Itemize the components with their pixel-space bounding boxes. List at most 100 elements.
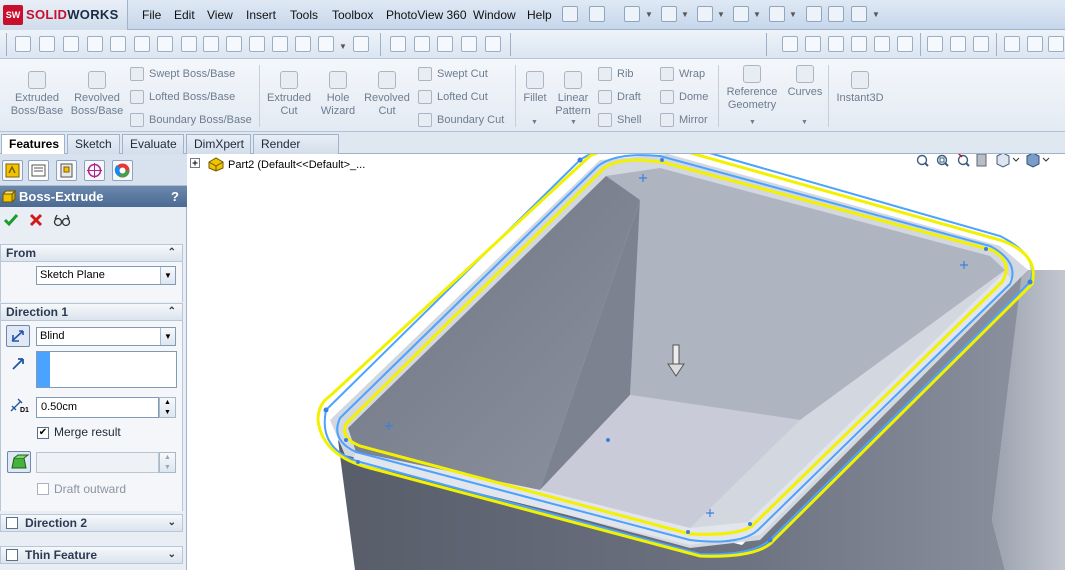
- options-icon[interactable]: [851, 6, 867, 22]
- tab-sketch[interactable]: Sketch: [67, 134, 120, 154]
- direction1-group-header[interactable]: Direction 1 ⌃: [0, 303, 183, 321]
- offset-surface-icon[interactable]: [805, 36, 821, 52]
- ok-check-icon[interactable]: [3, 212, 19, 228]
- surface-icon[interactable]: [782, 36, 798, 52]
- design-check-icon[interactable]: [485, 36, 501, 52]
- reference-geometry-dropdown-icon[interactable]: ▼: [749, 119, 756, 126]
- property-manager-tab-icon[interactable]: [28, 160, 49, 181]
- shell-button[interactable]: Shell: [598, 113, 641, 127]
- fillet-button[interactable]: Fillet: [518, 71, 552, 105]
- thin-feature-group-header[interactable]: Thin Feature ⌄: [0, 546, 183, 564]
- fill-surface-icon[interactable]: [851, 36, 867, 52]
- spell-check-icon[interactable]: [15, 36, 31, 52]
- tab-dimxpert[interactable]: DimXpert: [186, 134, 251, 154]
- collapse-chevron-icon[interactable]: ⌃: [168, 304, 176, 320]
- feature-manager-tab-icon[interactable]: [2, 160, 23, 181]
- chevron-down-icon[interactable]: ▼: [160, 328, 175, 345]
- lofted-cut-button[interactable]: Lofted Cut: [418, 90, 488, 104]
- dimxpert-manager-tab-icon[interactable]: [84, 160, 105, 181]
- boundary-cut-button[interactable]: Boundary Cut: [418, 113, 504, 127]
- extruded-cut-button[interactable]: Extruded Cut: [262, 71, 316, 118]
- menu-help[interactable]: Help: [527, 8, 552, 22]
- direction2-checkbox[interactable]: [6, 517, 18, 529]
- statistics-icon[interactable]: [134, 36, 150, 52]
- curves-dropdown-icon[interactable]: ▼: [801, 119, 808, 126]
- revolved-cut-button[interactable]: Revolved Cut: [360, 71, 414, 118]
- boundary-boss-base-button[interactable]: Boundary Boss/Base: [130, 113, 252, 127]
- ruled-surface-icon[interactable]: [828, 36, 844, 52]
- draft-analysis-icon[interactable]: [226, 36, 242, 52]
- save-dropdown-icon[interactable]: ▼: [681, 10, 689, 19]
- trim-surface-icon[interactable]: [897, 36, 913, 52]
- expand-chevron-icon[interactable]: ⌄: [168, 515, 176, 531]
- menu-view[interactable]: View: [207, 8, 233, 22]
- open-dropdown-icon[interactable]: ▼: [645, 10, 653, 19]
- revolved-boss-base-button[interactable]: Revolved Boss/Base: [68, 71, 126, 118]
- save-icon[interactable]: [661, 6, 677, 22]
- end-condition-select[interactable]: Blind ▼: [36, 327, 176, 346]
- structural-member-icon[interactable]: [1027, 36, 1043, 52]
- gusset-icon[interactable]: [1048, 36, 1064, 52]
- mass-properties-icon[interactable]: [63, 36, 79, 52]
- measure-icon[interactable]: [39, 36, 55, 52]
- menu-edit[interactable]: Edit: [174, 8, 195, 22]
- expand-chevron-icon[interactable]: ⌄: [168, 547, 176, 563]
- pin-icon[interactable]: [562, 6, 578, 22]
- menu-toolbox[interactable]: Toolbox: [332, 8, 373, 22]
- merge-result-checkbox[interactable]: ✔: [37, 427, 49, 439]
- select-dropdown-icon[interactable]: ▼: [789, 10, 797, 19]
- instant3d-button[interactable]: Instant3D: [832, 71, 888, 105]
- dome-button[interactable]: Dome: [660, 90, 708, 104]
- draft-outward-checkbox[interactable]: [37, 483, 49, 495]
- undo-dropdown-icon[interactable]: ▼: [753, 10, 761, 19]
- curves-button[interactable]: Curves: [784, 65, 826, 99]
- costing-icon[interactable]: [437, 36, 453, 52]
- print-icon[interactable]: [697, 6, 713, 22]
- motion-icon[interactable]: [414, 36, 430, 52]
- linear-pattern-button[interactable]: Linear Pattern: [552, 71, 594, 118]
- mold-tools-icon[interactable]: [927, 36, 943, 52]
- reference-geometry-button[interactable]: Reference Geometry: [724, 65, 780, 112]
- wrap-button[interactable]: Wrap: [660, 67, 705, 81]
- fillet-dropdown-icon[interactable]: ▼: [531, 119, 538, 126]
- weldments-icon[interactable]: [1004, 36, 1020, 52]
- graphics-area[interactable]: Part2 (Default<<Default>_...: [188, 154, 1065, 570]
- simulation-icon[interactable]: [390, 36, 406, 52]
- open-document-icon[interactable]: [624, 6, 640, 22]
- parting-line-icon[interactable]: [272, 36, 288, 52]
- display-style-icon[interactable]: [1026, 154, 1050, 168]
- section-view-icon[interactable]: [976, 154, 987, 167]
- equations-icon[interactable]: [203, 36, 219, 52]
- check-icon[interactable]: [157, 36, 173, 52]
- thin-feature-checkbox[interactable]: [6, 549, 18, 561]
- draft-angle-spinner[interactable]: ▲ ▼: [159, 452, 176, 473]
- scale-icon[interactable]: [973, 36, 989, 52]
- core-cavity-icon[interactable]: [950, 36, 966, 52]
- toolbar-options-icon[interactable]: [353, 36, 369, 52]
- detailed-preview-icon[interactable]: [53, 212, 71, 228]
- model-view[interactable]: [188, 154, 1065, 570]
- menu-file[interactable]: File: [142, 8, 161, 22]
- swept-cut-button[interactable]: Swept Cut: [418, 67, 488, 81]
- undo-icon[interactable]: [733, 6, 749, 22]
- chevron-down-icon[interactable]: ▼: [160, 267, 175, 284]
- direction2-group-header[interactable]: Direction 2 ⌄: [0, 514, 183, 532]
- menu-window[interactable]: Window: [473, 8, 516, 22]
- expand-tree-icon[interactable]: [190, 158, 202, 170]
- zoom-to-fit-icon[interactable]: [916, 154, 929, 167]
- zoom-area-icon[interactable]: [936, 154, 949, 167]
- help-button[interactable]: ?: [171, 186, 179, 207]
- lofted-boss-base-button[interactable]: Lofted Boss/Base: [130, 90, 235, 104]
- mirror-button[interactable]: Mirror: [660, 113, 708, 127]
- sensor-icon[interactable]: [110, 36, 126, 52]
- options-dropdown-icon[interactable]: ▼: [872, 10, 880, 19]
- section-properties-icon[interactable]: [87, 36, 103, 52]
- draft-button[interactable]: Draft: [598, 90, 641, 104]
- linear-pattern-dropdown-icon[interactable]: ▼: [570, 119, 577, 126]
- thickness-icon[interactable]: [295, 36, 311, 52]
- depth-input[interactable]: 0.50cm ▲ ▼: [36, 397, 176, 418]
- cancel-x-icon[interactable]: [28, 212, 44, 228]
- draft-angle-input[interactable]: ▲ ▼: [36, 452, 176, 473]
- select-icon[interactable]: [769, 6, 785, 22]
- new-document-icon[interactable]: [589, 6, 605, 22]
